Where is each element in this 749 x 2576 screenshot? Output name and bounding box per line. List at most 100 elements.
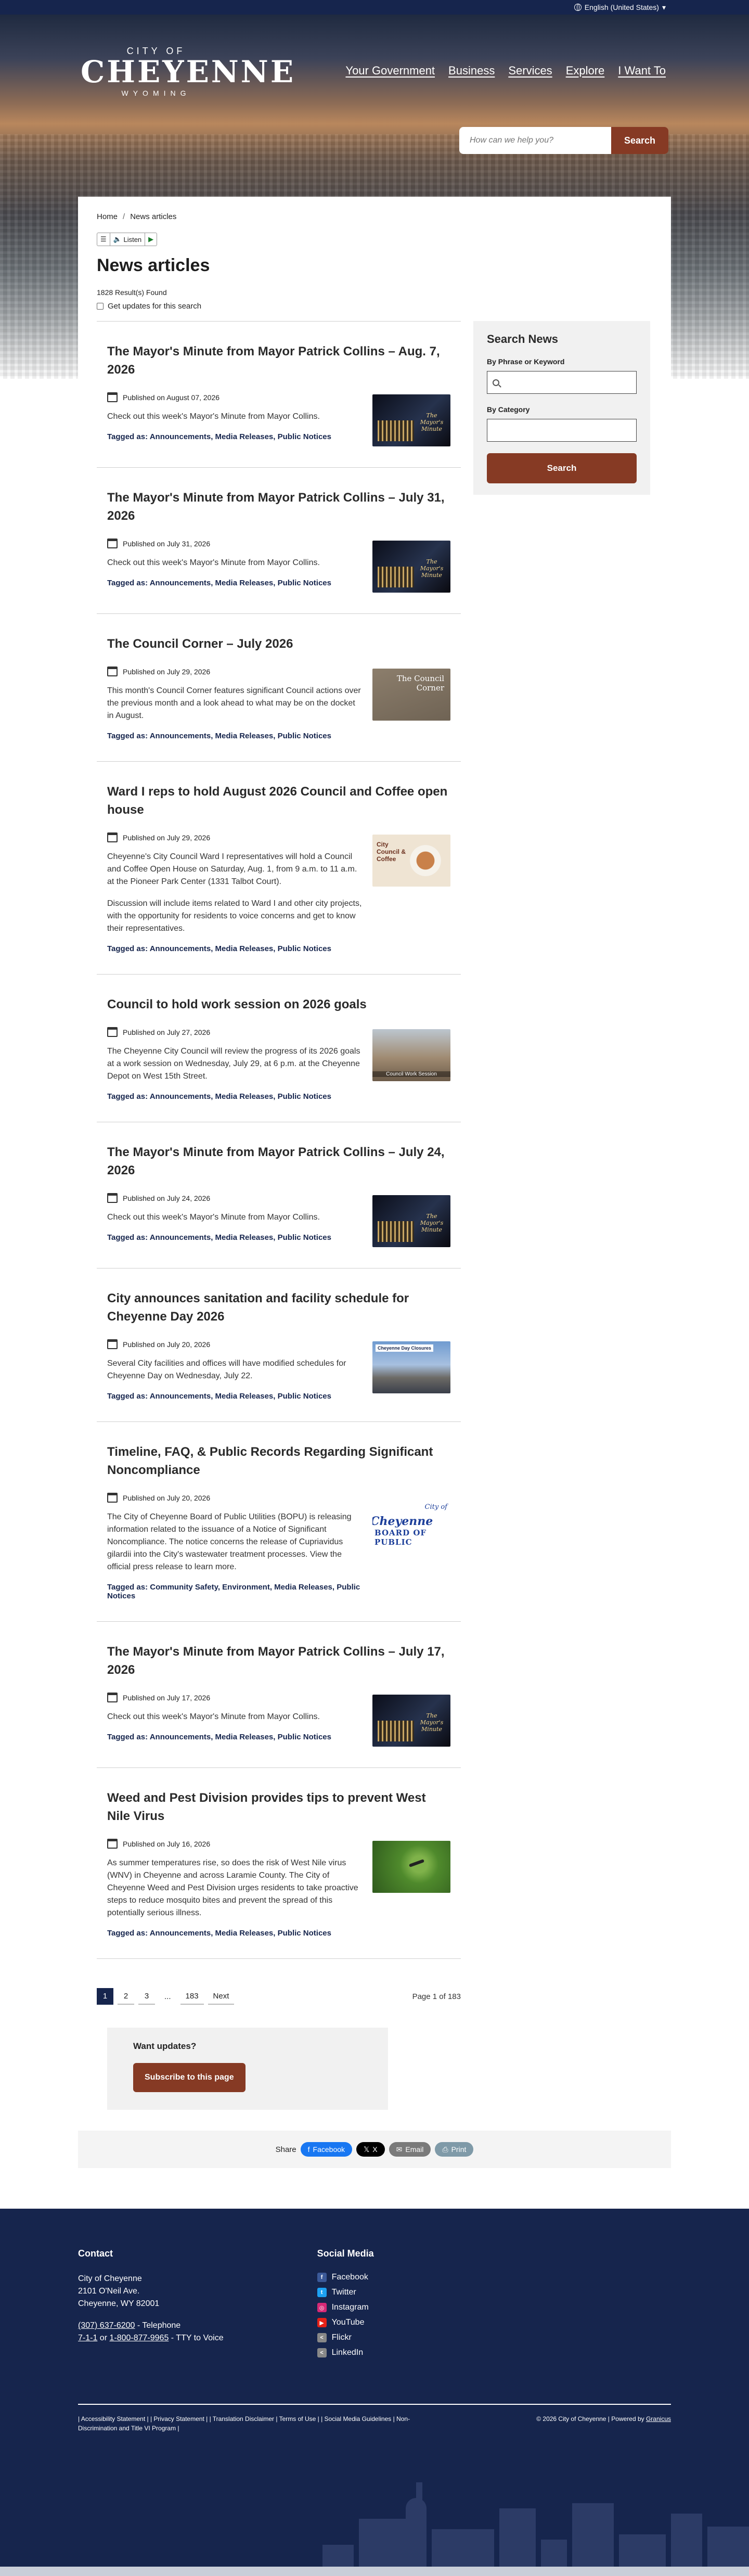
footer-tty-711[interactable]: 7-1-1 <box>78 2334 97 2342</box>
tags-links[interactable]: Announcements, Media Releases, Public No… <box>150 732 331 740</box>
news-summary: Check out this week's Mayor's Minute fro… <box>107 412 320 421</box>
tags-label: Tagged as: <box>107 1092 148 1101</box>
menu-icon[interactable]: ☰ <box>97 233 110 246</box>
nav-i-want-to[interactable]: I Want To <box>618 64 666 78</box>
footer-legal: | Accessibility Statement | | Privacy St… <box>78 2404 671 2433</box>
globe-icon <box>574 4 582 11</box>
print-button[interactable]: ⎙ Print <box>435 2142 474 2157</box>
publish-date: Published on July 29, 2026 <box>123 667 211 676</box>
skyline-illustration <box>0 2472 749 2576</box>
publish-date: Published on July 16, 2026 <box>123 1839 211 1848</box>
news-thumbnail[interactable]: The Council Corner <box>372 669 450 721</box>
category-select[interactable] <box>487 419 637 442</box>
social-flickr[interactable]: < Flickr <box>317 2333 374 2342</box>
news-title[interactable]: Council to hold work session on 2026 goa… <box>107 995 450 1014</box>
nav-business[interactable]: Business <box>448 64 495 78</box>
share-x-button[interactable]: 𝕏X <box>356 2142 385 2157</box>
footer-org: City of Cheyenne <box>78 2274 142 2283</box>
share-email-button[interactable]: ✉ Email <box>389 2142 431 2157</box>
news-thumbnail[interactable] <box>372 394 450 446</box>
tags-links[interactable]: Announcements, Media Releases, Public No… <box>150 579 331 587</box>
print-label: Print <box>451 2145 467 2154</box>
social-instagram[interactable]: ◎ Instagram <box>317 2303 374 2312</box>
nav-services[interactable]: Services <box>508 64 552 78</box>
social-linkedin[interactable]: < LinkedIn <box>317 2348 374 2357</box>
footer-tty-line: 7-1-1 or 1-800-877-9965 - TTY to Voice <box>78 2332 224 2344</box>
page-link-1[interactable]: 1 <box>97 1988 113 2005</box>
social-twitter[interactable]: t Twitter <box>317 2288 374 2297</box>
listen-label: Listen <box>123 235 142 243</box>
legal-links[interactable]: | Accessibility Statement | | Privacy St… <box>78 2414 432 2433</box>
page-link-3[interactable]: 3 <box>138 1988 155 2005</box>
tags-links[interactable]: Announcements, Media Releases, Public No… <box>150 1092 331 1101</box>
news-title[interactable]: Ward I reps to hold August 2026 Council … <box>107 783 450 819</box>
language-selector[interactable]: English (United States) <box>585 3 659 11</box>
news-title[interactable]: The Mayor's Minute from Mayor Patrick Co… <box>107 489 450 525</box>
youtube-icon: ▶ <box>317 2318 327 2327</box>
social-facebook[interactable]: f Facebook <box>317 2273 374 2282</box>
updates-checkbox[interactable] <box>97 303 104 310</box>
nav-explore[interactable]: Explore <box>566 64 605 78</box>
footer-street: 2101 O'Neil Ave. <box>78 2287 140 2296</box>
keyword-input[interactable] <box>487 371 637 394</box>
tags-links[interactable]: Announcements, Media Releases, Public No… <box>150 432 331 441</box>
news-thumbnail[interactable] <box>372 1195 450 1247</box>
site-search-button[interactable]: Search <box>611 127 668 154</box>
nav-your-government[interactable]: Your Government <box>345 64 435 78</box>
news-title[interactable]: The Mayor's Minute from Mayor Patrick Co… <box>107 1143 450 1180</box>
want-updates-panel: Want updates? Subscribe to this page <box>107 2028 388 2110</box>
news-thumbnail[interactable] <box>372 1341 450 1393</box>
news-thumbnail[interactable] <box>372 1695 450 1747</box>
social-instagram-label: Instagram <box>331 2303 369 2312</box>
news-title[interactable]: City announces sanitation and facility s… <box>107 1289 450 1326</box>
bopu-logo-name: Cheyenne <box>372 1515 433 1528</box>
next-page-link[interactable]: Next <box>208 1988 235 2005</box>
tags-links[interactable]: Announcements, Media Releases, Public No… <box>150 1392 331 1401</box>
footer-city: Cheyenne, WY 82001 <box>78 2299 160 2308</box>
news-title[interactable]: The Mayor's Minute from Mayor Patrick Co… <box>107 342 450 379</box>
news-item: The Mayor's Minute from Mayor Patrick Co… <box>97 321 461 467</box>
utility-bar: English (United States) ▾ <box>0 0 749 15</box>
news-item: The Mayor's Minute from Mayor Patrick Co… <box>97 1122 461 1268</box>
city-logo[interactable]: CITY OF CHEYENNE WYOMING <box>81 46 293 97</box>
search-updates-option[interactable]: Get updates for this search <box>97 302 652 311</box>
news-item: Ward I reps to hold August 2026 Council … <box>97 761 461 974</box>
footer-phone-link[interactable]: (307) 637-6200 <box>78 2321 135 2330</box>
page-status: Page 1 of 183 <box>412 1992 461 2001</box>
tags-links[interactable]: Announcements, Media Releases, Public No… <box>150 1233 331 1242</box>
search-news-button[interactable]: Search <box>487 453 637 483</box>
footer-tty-link[interactable]: 1-800-877-9965 <box>109 2334 169 2342</box>
news-tags: Tagged as: Announcements, Media Releases… <box>107 579 362 587</box>
page-link-last[interactable]: 183 <box>180 1988 204 2005</box>
site-search-input[interactable] <box>459 127 611 154</box>
social-linkedin-label: LinkedIn <box>331 2348 364 2357</box>
result-count: 1828 Result(s) Found <box>97 288 167 297</box>
news-thumbnail[interactable]: City Council & Coffee <box>372 835 450 887</box>
granicus-link[interactable]: Granicus <box>646 2415 671 2423</box>
page-link-2[interactable]: 2 <box>118 1988 134 2005</box>
news-title[interactable]: Timeline, FAQ, & Public Records Regardin… <box>107 1443 450 1479</box>
breadcrumb-home[interactable]: Home <box>97 212 118 221</box>
listen-button[interactable]: 🔈 Listen <box>110 233 146 246</box>
subscribe-button[interactable]: Subscribe to this page <box>133 2063 246 2092</box>
social-youtube[interactable]: ▶ YouTube <box>317 2318 374 2327</box>
share-facebook-button[interactable]: f Facebook <box>300 2142 353 2157</box>
play-icon[interactable]: ▶ <box>145 233 157 246</box>
tags-links[interactable]: Announcements, Media Releases, Public No… <box>150 1733 331 1741</box>
news-thumbnail[interactable]: City of Cheyenne BOARD OF PUBLIC <box>372 1495 450 1547</box>
news-thumbnail[interactable] <box>372 541 450 593</box>
copyright-text: © 2026 City of Cheyenne | Powered by <box>536 2415 646 2423</box>
news-title[interactable]: Weed and Pest Division provides tips to … <box>107 1789 450 1825</box>
tags-links[interactable]: Announcements, Media Releases, Public No… <box>150 944 331 953</box>
share-icon: < <box>317 2333 327 2342</box>
publish-date: Published on July 27, 2026 <box>123 1028 211 1036</box>
news-title[interactable]: The Council Corner – July 2026 <box>107 635 450 653</box>
news-thumbnail[interactable] <box>372 1029 450 1081</box>
tags-label: Tagged as: <box>107 1733 148 1741</box>
publish-date: Published on August 07, 2026 <box>123 393 220 402</box>
readspeaker-listen[interactable]: ☰ 🔈 Listen ▶ <box>97 233 158 246</box>
news-thumbnail[interactable] <box>372 1841 450 1893</box>
tags-links[interactable]: Announcements, Media Releases, Public No… <box>150 1929 331 1938</box>
news-title[interactable]: The Mayor's Minute from Mayor Patrick Co… <box>107 1643 450 1679</box>
news-tags: Tagged as: Announcements, Media Releases… <box>107 1733 362 1741</box>
